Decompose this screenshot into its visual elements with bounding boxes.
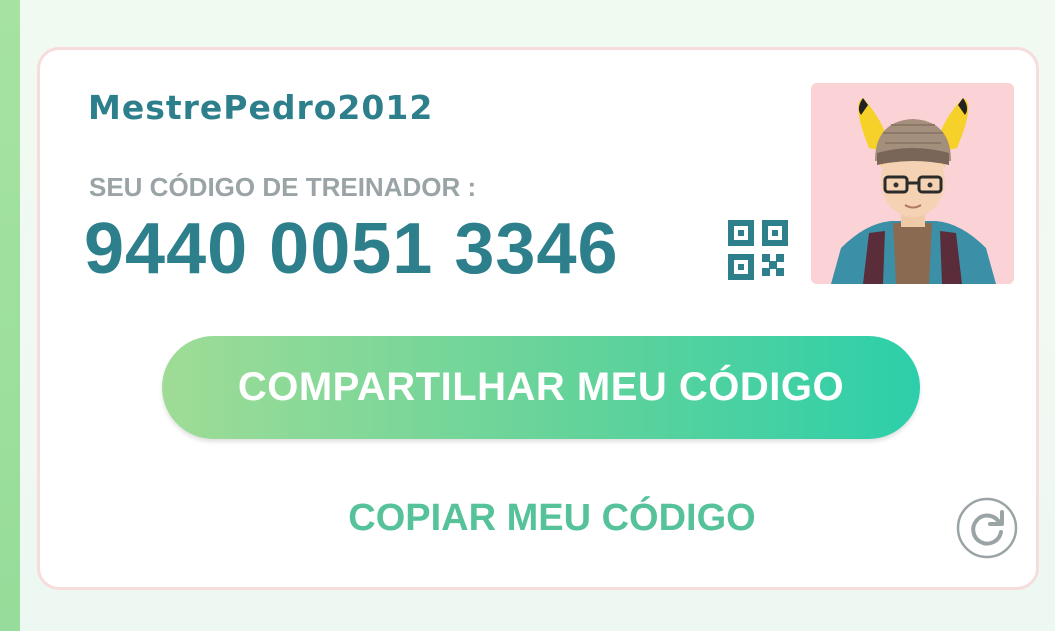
trainer-code-label: SEU CÓDIGO DE TREINADOR : bbox=[89, 172, 477, 202]
trainer-code-card: MestrePedro2012 SEU CÓDIGO DE TREINADOR … bbox=[37, 47, 1039, 590]
trainer-username: MestrePedro2012 bbox=[88, 88, 434, 127]
trainer-avatar bbox=[811, 83, 1014, 284]
qr-code-icon[interactable] bbox=[728, 220, 790, 280]
trainer-code-value: 9440 0051 3346 bbox=[84, 209, 619, 289]
share-code-button[interactable]: COMPARTILHAR MEU CÓDIGO bbox=[162, 336, 920, 439]
left-accent-bar bbox=[0, 0, 20, 631]
refresh-icon[interactable] bbox=[955, 496, 1019, 560]
copy-code-link[interactable]: COPIAR MEU CÓDIGO bbox=[300, 497, 804, 540]
